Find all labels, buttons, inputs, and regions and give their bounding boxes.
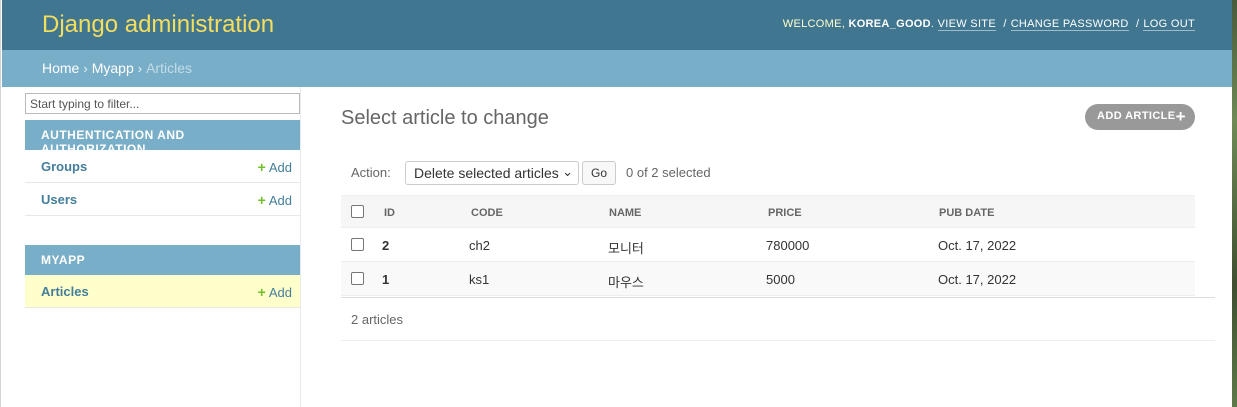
module-caption-auth[interactable]: Authentication and Authorization	[25, 120, 300, 156]
welcome-text: WELCOME,	[782, 18, 846, 30]
chevron-down-icon: ⌄	[562, 164, 573, 179]
paginator: 2 articles	[341, 297, 1215, 341]
model-link-articles[interactable]: Articles	[41, 284, 89, 299]
row-checkbox[interactable]	[351, 238, 364, 251]
model-link-users[interactable]: Users	[41, 192, 77, 207]
breadcrumb-home[interactable]: Home	[42, 60, 79, 76]
row-id-link[interactable]: 1	[382, 272, 389, 287]
selection-counter: 0 of 2 selected	[626, 165, 711, 180]
action-select[interactable]: Delete selected articles ⌄	[405, 161, 579, 185]
table-row: 2 ch2 모니터 780000 Oct. 17, 2022	[341, 228, 1195, 262]
table-header: ID CODE NAME PRICE PUB DATE	[341, 195, 1195, 228]
model-link-groups[interactable]: Groups	[41, 159, 87, 174]
breadcrumb: Home › Myapp › Articles	[2, 50, 1233, 87]
action-label: Action:	[351, 165, 391, 180]
select-all-checkbox[interactable]	[351, 205, 364, 218]
sidebar-item-articles: Articles + Add	[25, 275, 300, 308]
column-header-code[interactable]: CODE	[471, 207, 503, 219]
plus-icon: +	[257, 284, 266, 300]
add-users-link[interactable]: + Add	[258, 192, 292, 208]
column-header-name[interactable]: NAME	[609, 207, 641, 219]
plus-icon: +	[257, 159, 266, 175]
log-out-link[interactable]: LOG OUT	[1143, 18, 1195, 31]
breadcrumb-app[interactable]: Myapp	[92, 60, 134, 76]
row-name: 마우스	[608, 275, 644, 290]
row-pub-date: Oct. 17, 2022	[938, 272, 1017, 287]
page-title: Select article to change	[341, 107, 549, 129]
nav-sidebar: Authentication and Authorization Groups …	[25, 87, 301, 407]
view-site-link[interactable]: VIEW SITE	[937, 18, 996, 31]
column-header-id[interactable]: ID	[384, 207, 395, 219]
row-price: 780000	[766, 238, 810, 253]
change-password-link[interactable]: CHANGE PASSWORD	[1010, 18, 1129, 31]
column-header-pub-date[interactable]: PUB DATE	[939, 207, 994, 219]
row-name: 모니터	[608, 241, 644, 256]
table-row: 1 ks1 마우스 5000 Oct. 17, 2022	[341, 262, 1195, 296]
sidebar-item-groups: Groups + Add	[25, 150, 300, 183]
add-articles-link[interactable]: + Add	[258, 284, 292, 300]
row-id-link[interactable]: 2	[382, 238, 389, 253]
module-caption-myapp[interactable]: Myapp	[25, 245, 300, 275]
breadcrumb-current: Articles	[146, 60, 192, 76]
add-article-button[interactable]: ADD ARTICLE +	[1085, 104, 1195, 130]
row-pub-date: Oct. 17, 2022	[938, 238, 1017, 253]
row-code: ch2	[469, 238, 490, 253]
sidebar-item-users: Users + Add	[25, 183, 300, 216]
row-code: ks1	[469, 272, 490, 287]
nav-filter-input[interactable]	[25, 93, 300, 114]
admin-header: Django administration WELCOME, KOREA_GOO…	[2, 0, 1233, 50]
column-header-price[interactable]: PRICE	[768, 207, 802, 219]
user-tools: WELCOME, KOREA_GOOD. VIEW SITE / CHANGE P…	[782, 18, 1195, 31]
browser-page: Django administration WELCOME, KOREA_GOO…	[0, 0, 1233, 407]
background-edge	[1232, 0, 1237, 407]
plus-icon: +	[257, 192, 266, 208]
row-price: 5000	[766, 272, 795, 287]
actions-bar: Action: Delete selected articles ⌄ Go 0 …	[341, 158, 1195, 188]
username: KOREA_GOOD	[848, 18, 931, 30]
plus-icon: +	[1175, 107, 1186, 126]
add-groups-link[interactable]: + Add	[258, 159, 292, 175]
go-button[interactable]: Go	[582, 161, 616, 185]
action-select-value: Delete selected articles	[414, 165, 559, 181]
site-brand[interactable]: Django administration	[42, 11, 274, 39]
row-checkbox[interactable]	[351, 272, 364, 285]
